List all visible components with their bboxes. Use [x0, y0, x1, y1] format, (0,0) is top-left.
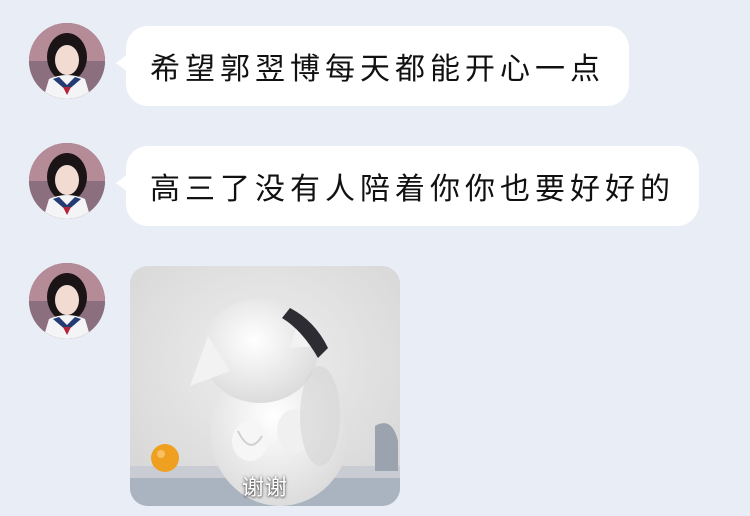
avatar[interactable] — [29, 143, 105, 219]
message-text: 希望郭翌博每天都能开心一点 — [150, 52, 605, 87]
avatar-image — [29, 263, 105, 339]
sticker-message[interactable]: 谢谢 — [130, 266, 400, 506]
sticker-caption: 谢谢 — [241, 476, 288, 501]
message-text: 高三了没有人陪着你你也要好好的 — [150, 172, 675, 207]
avatar[interactable] — [29, 23, 105, 99]
message-bubble[interactable]: 希望郭翌博每天都能开心一点 — [116, 26, 629, 106]
avatar-image — [29, 23, 105, 99]
avatar[interactable] — [29, 263, 105, 339]
avatar-image — [29, 143, 105, 219]
message-bubble[interactable]: 高三了没有人陪着你你也要好好的 — [116, 146, 699, 226]
